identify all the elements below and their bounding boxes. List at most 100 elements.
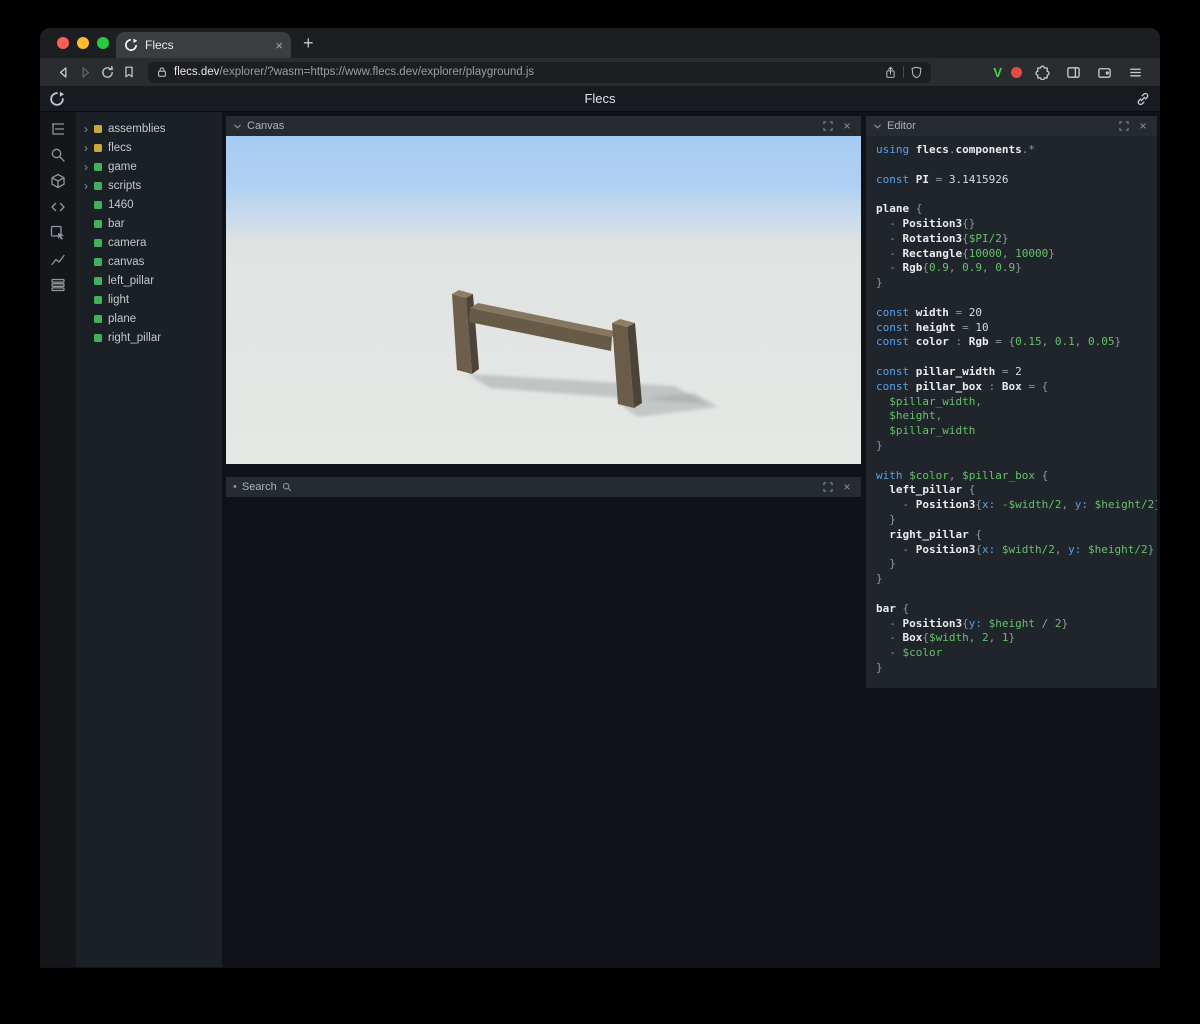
- sidebar-toggle-icon[interactable]: [1062, 61, 1084, 83]
- tab-favicon-icon: [124, 38, 138, 52]
- fullscreen-icon[interactable]: [1117, 121, 1131, 131]
- search-panel: • Search ×: [226, 477, 861, 497]
- code-line: plane {: [876, 202, 923, 216]
- tree-item-camera[interactable]: camera: [76, 233, 222, 252]
- expand-arrow-icon[interactable]: ›: [84, 123, 94, 135]
- close-icon[interactable]: ×: [840, 119, 854, 133]
- 3d-viewport[interactable]: [226, 136, 861, 464]
- code-line: $height,: [876, 409, 943, 423]
- search-icon[interactable]: [47, 147, 69, 163]
- right-column: Editor × using flecs.components.* const …: [866, 116, 1157, 688]
- entity-square-icon: [94, 162, 102, 171]
- code-line: const pillar_width = 2: [876, 364, 1022, 378]
- zoom-window-button[interactable]: [97, 37, 109, 49]
- address-bar[interactable]: flecs.dev/explorer/?wasm=https://www.fle…: [148, 61, 932, 83]
- code-icon[interactable]: [47, 199, 69, 215]
- tables-icon[interactable]: [47, 277, 69, 293]
- code-line: - Position3{}: [876, 216, 976, 230]
- close-icon[interactable]: ×: [840, 480, 854, 494]
- tree-item-label: bar: [108, 217, 125, 230]
- code-line: - Position3{y: $height / 2}: [876, 616, 1069, 630]
- traffic-lights: [40, 37, 109, 58]
- brave-shield-icon[interactable]: [910, 66, 923, 79]
- tree-item-game[interactable]: › game: [76, 157, 222, 176]
- tree-item-label: 1460: [108, 198, 134, 211]
- code-line: $pillar_width: [876, 424, 976, 438]
- tree-item-label: assemblies: [108, 122, 166, 135]
- module-square-icon: [94, 143, 102, 152]
- code-line: }: [876, 512, 896, 526]
- urlbar-divider: [903, 66, 905, 78]
- expand-arrow-icon[interactable]: ›: [84, 161, 94, 173]
- close-window-button[interactable]: [57, 37, 69, 49]
- entity-square-icon: [94, 238, 102, 247]
- code-line: const PI = 3.1415926: [876, 172, 1009, 186]
- entity-tree: › assemblies › flecs › game › scripts 1460 bar cam…: [76, 112, 222, 967]
- code-line: using flecs.components.*: [876, 143, 1035, 156]
- browser-tab[interactable]: Flecs ×: [116, 32, 291, 58]
- tab-title: Flecs: [145, 38, 174, 52]
- 3d-scene: [452, 290, 718, 417]
- extension-v-icon[interactable]: V: [993, 65, 1002, 80]
- code-line: - Position3{x: -$width/2, y: $height/2}: [876, 498, 1157, 512]
- canvas-panel-header: Canvas ×: [226, 116, 861, 136]
- code-line: }: [876, 276, 883, 290]
- tree-item-light[interactable]: light: [76, 290, 222, 309]
- share-icon[interactable]: [884, 66, 897, 79]
- entity-square-icon: [94, 257, 102, 266]
- code-line: left_pillar {: [876, 483, 976, 497]
- tree-item-left_pillar[interactable]: left_pillar: [76, 271, 222, 290]
- tab-strip: Flecs × +: [40, 28, 1160, 58]
- back-button[interactable]: [52, 61, 74, 83]
- minimize-window-button[interactable]: [77, 37, 89, 49]
- collapse-chevron-icon[interactable]: [233, 122, 242, 131]
- tree-item-canvas[interactable]: canvas: [76, 252, 222, 271]
- editor-panel: Editor × using flecs.components.* const …: [866, 116, 1157, 688]
- code-line: const width = 20: [876, 305, 982, 319]
- entity-square-icon: [94, 181, 102, 190]
- tree-item-assemblies[interactable]: › assemblies: [76, 119, 222, 138]
- canvas-panel: Canvas ×: [226, 116, 861, 464]
- expand-arrow-icon[interactable]: ›: [84, 142, 94, 154]
- tree-item-flecs[interactable]: › flecs: [76, 138, 222, 157]
- main-area: Canvas × • Search × Editor × using flecs…: [222, 112, 1160, 967]
- entity-square-icon: [94, 314, 102, 323]
- entity-square-icon: [94, 219, 102, 228]
- tree-item-scripts[interactable]: › scripts: [76, 176, 222, 195]
- code-area[interactable]: using flecs.components.* const PI = 3.14…: [866, 136, 1157, 688]
- forward-button[interactable]: [74, 61, 96, 83]
- extensions-puzzle-icon[interactable]: [1031, 61, 1053, 83]
- expand-arrow-icon[interactable]: ›: [84, 180, 94, 192]
- tree-item-bar[interactable]: bar: [76, 214, 222, 233]
- entity-square-icon: [94, 333, 102, 342]
- tree-item-1460[interactable]: 1460: [76, 195, 222, 214]
- code-line: }: [876, 572, 883, 586]
- collapse-chevron-icon[interactable]: [873, 122, 882, 131]
- url-text: flecs.dev/explorer/?wasm=https://www.fle…: [174, 66, 878, 78]
- url-domain: flecs.dev: [174, 66, 220, 78]
- collapsed-marker-icon[interactable]: •: [233, 481, 237, 493]
- code-line: - Box{$width, 2, 1}: [876, 631, 1016, 645]
- inspect-icon[interactable]: [47, 225, 69, 241]
- chart-icon[interactable]: [47, 251, 69, 267]
- new-tab-button[interactable]: +: [291, 34, 314, 58]
- tab-close-icon[interactable]: ×: [275, 38, 283, 53]
- close-icon[interactable]: ×: [1136, 119, 1150, 133]
- fullscreen-icon[interactable]: [821, 121, 835, 131]
- app-body: › assemblies › flecs › game › scripts 1460 bar cam…: [40, 112, 1160, 967]
- fullscreen-icon[interactable]: [821, 482, 835, 492]
- tree-item-right_pillar[interactable]: right_pillar: [76, 328, 222, 347]
- extension-badge-icon[interactable]: [1011, 66, 1022, 78]
- browser-toolbar: flecs.dev/explorer/?wasm=https://www.fle…: [40, 58, 1160, 86]
- code-line: const height = 10: [876, 320, 989, 334]
- tree-item-plane[interactable]: plane: [76, 309, 222, 328]
- tree-view-icon[interactable]: [47, 121, 69, 137]
- reload-button[interactable]: [96, 61, 118, 83]
- wallet-icon[interactable]: [1093, 61, 1115, 83]
- code-line: - Rotation3{$PI/2}: [876, 231, 1009, 245]
- menu-hamburger-icon[interactable]: [1124, 61, 1146, 83]
- entities-cube-icon[interactable]: [47, 173, 69, 189]
- editor-panel-header: Editor ×: [866, 116, 1157, 136]
- bookmark-icon[interactable]: [118, 61, 140, 83]
